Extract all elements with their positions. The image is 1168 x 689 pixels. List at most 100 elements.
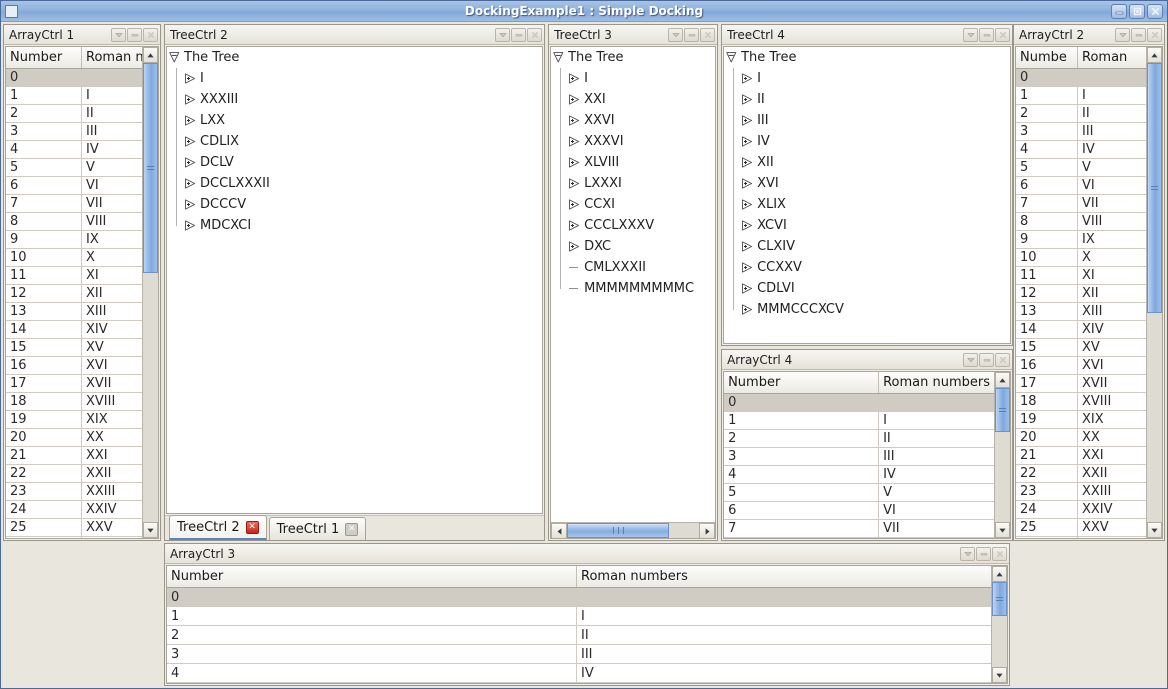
tree-expand-icon[interactable] bbox=[569, 178, 580, 189]
table-row[interactable]: 9IX bbox=[1016, 231, 1146, 249]
cell-roman[interactable]: XIII bbox=[1078, 303, 1146, 320]
table-row[interactable]: 18XVIII bbox=[6, 393, 142, 411]
cell-number[interactable]: 17 bbox=[1016, 375, 1078, 392]
cell-roman[interactable]: XV bbox=[1078, 339, 1146, 356]
cell-number[interactable]: 15 bbox=[1016, 339, 1078, 356]
tree-node-root[interactable]: The Tree bbox=[551, 47, 715, 68]
cell-number[interactable]: 24 bbox=[6, 501, 82, 518]
table-row[interactable]: 2II bbox=[724, 430, 994, 448]
cell-roman[interactable]: I bbox=[1078, 87, 1146, 104]
table-row[interactable]: 13XIII bbox=[6, 303, 142, 321]
cell-number[interactable]: 10 bbox=[1016, 249, 1078, 266]
cell-number[interactable]: 5 bbox=[724, 484, 879, 501]
table-row[interactable]: 19XIX bbox=[1016, 411, 1146, 429]
tree-node[interactable]: CDLVI bbox=[724, 278, 1010, 299]
table-row[interactable]: 23XXIII bbox=[6, 483, 142, 501]
cell-number[interactable]: 20 bbox=[1016, 429, 1078, 446]
cell-number[interactable]: 1 bbox=[6, 87, 82, 104]
table-row[interactable]: 4IV bbox=[167, 664, 991, 683]
cell-number[interactable]: 7 bbox=[724, 520, 879, 537]
tree-expand-icon[interactable] bbox=[569, 136, 580, 147]
cell-number[interactable]: 18 bbox=[6, 393, 82, 410]
table-row[interactable]: 20XX bbox=[6, 429, 142, 447]
grid-arrayctrl-2[interactable]: Numbe Roman 01I2II3III4IV5V6VI7VII8VIII9… bbox=[1016, 47, 1146, 538]
cell-number[interactable]: 20 bbox=[6, 429, 82, 446]
cell-roman[interactable]: XIV bbox=[82, 321, 142, 338]
cell-number[interactable]: 22 bbox=[1016, 465, 1078, 482]
table-row[interactable]: 7VII bbox=[1016, 195, 1146, 213]
tree-expand-icon[interactable] bbox=[185, 178, 196, 189]
tree-collapse-icon[interactable] bbox=[553, 52, 564, 63]
pane-menu-button[interactable] bbox=[668, 28, 683, 42]
tree-node-leaf[interactable]: CMLXXXII bbox=[551, 257, 715, 278]
cell-number[interactable]: 0 bbox=[6, 69, 82, 86]
pane-menu-button[interactable] bbox=[1115, 28, 1130, 42]
cell-number[interactable]: 19 bbox=[6, 411, 82, 428]
tree-node[interactable]: XXXVI bbox=[551, 131, 715, 152]
tree-node[interactable]: I bbox=[167, 68, 542, 89]
pane-menu-button[interactable] bbox=[960, 547, 975, 561]
hscroll-thumb[interactable] bbox=[567, 523, 669, 538]
pane-close-button[interactable] bbox=[995, 28, 1010, 42]
tree-expand-icon[interactable] bbox=[185, 157, 196, 168]
grid-arrayctrl-4[interactable]: Number Roman numbers 01I2II3III4IV5V6VI7… bbox=[724, 372, 994, 538]
cell-number[interactable]: 3 bbox=[724, 448, 879, 465]
cell-roman[interactable]: XXIII bbox=[82, 483, 142, 500]
tree-expand-icon[interactable] bbox=[742, 199, 753, 210]
horizontal-scrollbar-treectrl-3[interactable] bbox=[551, 522, 715, 538]
cell-roman[interactable]: VI bbox=[1078, 177, 1146, 194]
cell-number[interactable]: 24 bbox=[1016, 501, 1078, 518]
tree-node[interactable]: I bbox=[724, 68, 1010, 89]
cell-number[interactable]: 0 bbox=[1016, 69, 1078, 86]
table-row[interactable]: 7VII bbox=[6, 195, 142, 213]
pane-caption-treectrl-3[interactable]: TreeCtrl 3 bbox=[549, 25, 717, 45]
cell-roman[interactable]: XXV bbox=[82, 519, 142, 536]
pane-caption-treectrl-2[interactable]: TreeCtrl 2 bbox=[165, 25, 544, 45]
cell-roman[interactable]: XXIV bbox=[82, 501, 142, 518]
tab-close-icon[interactable]: ✕ bbox=[345, 523, 358, 536]
tree-expand-icon[interactable] bbox=[569, 241, 580, 252]
cell-number[interactable]: 7 bbox=[1016, 195, 1078, 212]
table-row[interactable]: 0 bbox=[167, 588, 991, 607]
tree-node[interactable]: DCLV bbox=[167, 152, 542, 173]
cell-roman[interactable]: III bbox=[1078, 123, 1146, 140]
tree-expand-icon[interactable] bbox=[569, 115, 580, 126]
pane-menu-button[interactable] bbox=[963, 28, 978, 42]
grid-arrayctrl-3[interactable]: Number Roman numbers 01I2II3III4IV5V bbox=[167, 566, 991, 683]
column-header-number[interactable]: Number bbox=[167, 566, 577, 587]
cell-number[interactable]: 6 bbox=[6, 177, 82, 194]
grid-rows-arrayctrl-1[interactable]: 01I2II3III4IV5V6VI7VII8VIII9IX10X11XI12X… bbox=[6, 69, 142, 538]
scroll-up-arrow-icon[interactable] bbox=[992, 566, 1007, 582]
cell-roman[interactable]: IV bbox=[879, 466, 994, 483]
tree-expand-icon[interactable] bbox=[742, 178, 753, 189]
tree-expand-icon[interactable] bbox=[185, 94, 196, 105]
cell-roman[interactable]: XX bbox=[82, 429, 142, 446]
hscroll-track[interactable] bbox=[567, 523, 699, 538]
table-row[interactable]: 12XII bbox=[1016, 285, 1146, 303]
table-row[interactable]: 6VI bbox=[6, 177, 142, 195]
grid-rows-arrayctrl-3[interactable]: 01I2II3III4IV5V bbox=[167, 588, 991, 683]
cell-roman[interactable]: VIII bbox=[1078, 213, 1146, 230]
pane-minimize-button[interactable] bbox=[979, 353, 994, 367]
scroll-right-arrow-icon[interactable] bbox=[699, 523, 715, 539]
table-row[interactable]: 26XXVI bbox=[1016, 537, 1146, 538]
cell-roman[interactable]: III bbox=[879, 448, 994, 465]
cell-number[interactable]: 16 bbox=[1016, 357, 1078, 374]
tree-expand-icon[interactable] bbox=[569, 94, 580, 105]
cell-number[interactable]: 25 bbox=[1016, 519, 1078, 536]
cell-number[interactable]: 4 bbox=[1016, 141, 1078, 158]
table-row[interactable]: 10X bbox=[6, 249, 142, 267]
cell-roman[interactable]: XXI bbox=[82, 447, 142, 464]
grid-arrayctrl-1[interactable]: Number Roman n 01I2II3III4IV5V6VI7VII8VI… bbox=[6, 47, 142, 538]
tree-expand-icon[interactable] bbox=[742, 136, 753, 147]
scroll-track[interactable] bbox=[143, 63, 158, 522]
pane-menu-button[interactable] bbox=[495, 28, 510, 42]
cell-number[interactable]: 25 bbox=[6, 519, 82, 536]
table-row[interactable]: 5V bbox=[1016, 159, 1146, 177]
table-row[interactable]: 0 bbox=[1016, 69, 1146, 87]
cell-roman[interactable] bbox=[577, 588, 991, 606]
close-button[interactable] bbox=[1147, 4, 1163, 19]
cell-number[interactable]: 5 bbox=[6, 159, 82, 176]
cell-number[interactable]: 26 bbox=[6, 537, 82, 538]
vertical-scrollbar-arrayctrl-3[interactable] bbox=[991, 566, 1007, 683]
